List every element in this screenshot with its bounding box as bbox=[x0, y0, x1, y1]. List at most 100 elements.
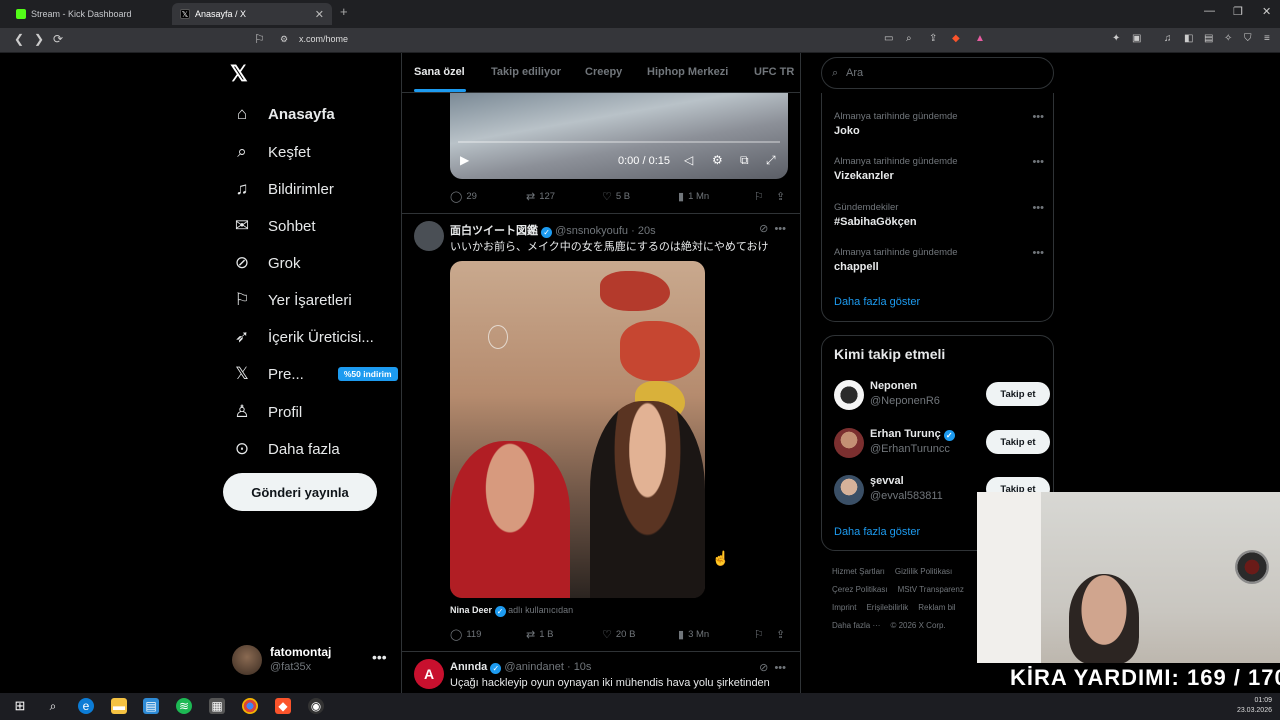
brave-icon[interactable]: ◆ bbox=[275, 698, 291, 714]
footer-link[interactable]: Daha fazla ··· bbox=[832, 621, 880, 630]
brave-rewards-icon[interactable]: ▲ bbox=[975, 33, 985, 44]
tab-for-you[interactable]: Sana özel bbox=[414, 66, 465, 78]
bookmark-button[interactable]: ⚐ bbox=[754, 628, 764, 641]
tab-search-icon[interactable]: ▣ bbox=[1132, 33, 1141, 44]
menu-icon[interactable]: ≡ bbox=[1264, 33, 1270, 44]
nav-item-bookmarks[interactable]: ⚐ Yer İşaretleri bbox=[232, 287, 351, 313]
avatar[interactable] bbox=[414, 221, 444, 251]
tab-hiphop[interactable]: Hiphop Merkezi bbox=[647, 66, 728, 78]
vpn-icon[interactable]: ⛉ bbox=[1244, 33, 1252, 44]
nav-item-explore[interactable]: ⌕ Keşfet bbox=[232, 139, 310, 165]
account-switcher[interactable]: fatomontaj @fat35x ••• bbox=[232, 643, 392, 677]
video-player[interactable]: ▶ 0:00 / 0:15 ◁ ⚙ ⧉ ⤢ bbox=[450, 93, 788, 179]
author-name[interactable]: Anında bbox=[450, 661, 487, 673]
author-handle[interactable]: @anindanet bbox=[504, 661, 564, 673]
footer-link[interactable]: Gizlilik Politikası bbox=[895, 567, 952, 576]
like-button[interactable]: ♡ 5 B bbox=[602, 190, 630, 203]
forward-icon[interactable]: ❯ bbox=[34, 32, 44, 46]
tab-ufc-tr[interactable]: UFC TR bbox=[754, 66, 794, 78]
reload-icon[interactable]: ⟳ bbox=[53, 32, 63, 46]
more-icon[interactable]: ••• bbox=[372, 649, 387, 665]
close-window-icon[interactable]: ✕ bbox=[1262, 5, 1271, 18]
bookmark-button[interactable]: ⚐ bbox=[754, 190, 764, 203]
x-logo-icon[interactable]: 𝕏 bbox=[230, 61, 248, 87]
footer-link[interactable]: Hizmet Şartları bbox=[832, 567, 885, 576]
trend-item[interactable]: Almanya tarihinde gündemde Joko ••• bbox=[834, 111, 1044, 137]
repost-button[interactable]: ⇄ 127 bbox=[526, 190, 555, 203]
leo-icon[interactable]: ✧ bbox=[1224, 33, 1232, 44]
trend-item[interactable]: Almanya tarihinde gündemde Vizekanzler •… bbox=[834, 156, 1044, 182]
follow-suggestion[interactable]: Neponen @NeponenR6 Takip et bbox=[834, 378, 1050, 412]
fullscreen-icon[interactable]: ⤢ bbox=[766, 153, 776, 168]
tab-x-home[interactable]: 𝕏 Anasayfa / X ✕ bbox=[172, 3, 332, 25]
views-button[interactable]: ▮ 3 Mn bbox=[678, 628, 709, 641]
more-icon[interactable]: ••• bbox=[1032, 247, 1044, 259]
bookmark-page-icon[interactable]: ⚐ bbox=[254, 32, 265, 46]
cast-icon[interactable]: ▭ bbox=[884, 33, 893, 44]
follow-button[interactable]: Takip et bbox=[986, 430, 1050, 454]
video-progress-bar[interactable] bbox=[458, 141, 780, 143]
windows-start-icon[interactable]: ⊞ bbox=[12, 698, 28, 714]
author-name[interactable]: 面白ツイート図鑑 bbox=[450, 225, 538, 237]
reply-button[interactable]: ◯ 29 bbox=[450, 190, 477, 203]
edge-icon[interactable]: e bbox=[78, 698, 94, 714]
footer-link[interactable]: Erişilebilirlik bbox=[866, 603, 908, 612]
sidebar-icon[interactable]: ◧ bbox=[1184, 33, 1193, 44]
settings-icon[interactable]: ⚙ bbox=[712, 153, 723, 167]
more-icon[interactable]: ••• bbox=[1032, 202, 1044, 214]
footer-link[interactable]: MStV Transparenz bbox=[898, 585, 964, 594]
grok-icon[interactable]: ⊘ ••• bbox=[759, 222, 786, 235]
extensions-icon[interactable]: ✦ bbox=[1112, 33, 1120, 44]
nav-item-more[interactable]: ⊙ Daha fazla bbox=[232, 436, 340, 462]
chrome-icon[interactable] bbox=[242, 698, 258, 714]
follow-button[interactable]: Takip et bbox=[986, 382, 1050, 406]
post-button[interactable]: Gönderi yayınla bbox=[223, 473, 377, 511]
file-explorer-icon[interactable]: ▬ bbox=[111, 698, 127, 714]
pip-icon[interactable]: ⧉ bbox=[740, 153, 749, 168]
spotify-icon[interactable]: ≋ bbox=[176, 698, 192, 714]
show-more-link[interactable]: Daha fazla göster bbox=[834, 526, 920, 538]
minimize-icon[interactable]: — bbox=[1204, 5, 1215, 17]
nav-item-creator-studio[interactable]: ➶ İçerik Üreticisi... bbox=[232, 324, 374, 350]
credit-name[interactable]: Nina Deer bbox=[450, 605, 492, 615]
wallet-icon[interactable]: ▤ bbox=[1204, 33, 1213, 44]
tab-kick-dashboard[interactable]: Stream - Kick Dashboard bbox=[8, 3, 168, 25]
search-icon[interactable]: ⌕ bbox=[45, 698, 61, 714]
grok-icon[interactable]: ⊘ ••• bbox=[759, 661, 786, 674]
calculator-icon[interactable]: ▦ bbox=[209, 698, 225, 714]
tab-creepy[interactable]: Creepy bbox=[585, 66, 622, 78]
url-input[interactable]: x.com/home bbox=[299, 34, 348, 44]
show-more-link[interactable]: Daha fazla göster bbox=[834, 296, 920, 308]
views-button[interactable]: ▮ 1 Mn bbox=[678, 190, 709, 203]
tweet-time[interactable]: · 10s bbox=[567, 661, 591, 673]
nav-item-premium[interactable]: 𝕏 Pre... %50 indirim bbox=[232, 361, 398, 387]
nav-item-notifications[interactable]: ♫ Bildirimler bbox=[232, 176, 334, 202]
avatar[interactable]: A bbox=[414, 659, 444, 689]
trend-item[interactable]: Gündemdekiler #SabihaGökçen ••• bbox=[834, 202, 1044, 228]
footer-link[interactable]: Imprint bbox=[832, 603, 856, 612]
site-info-icon[interactable]: ⚙ bbox=[280, 34, 288, 45]
follow-suggestion[interactable]: Erhan Turunç ✓ @ErhanTuruncc Takip et bbox=[834, 426, 1050, 460]
like-button[interactable]: ♡ 20 B bbox=[602, 628, 635, 641]
store-icon[interactable]: ▤ bbox=[143, 698, 159, 714]
nav-item-home[interactable]: ⌂ Anasayfa bbox=[232, 101, 335, 127]
tweet-time[interactable]: · 20s bbox=[631, 225, 655, 237]
maximize-icon[interactable]: ❐ bbox=[1233, 5, 1243, 18]
close-tab-icon[interactable]: ✕ bbox=[315, 8, 324, 21]
more-icon[interactable]: ••• bbox=[1032, 111, 1044, 123]
reply-button[interactable]: ◯ 119 bbox=[450, 628, 481, 641]
trend-item[interactable]: Almanya tarihinde gündemde chappell ••• bbox=[834, 247, 1044, 273]
share-icon[interactable]: ⇪ bbox=[929, 33, 937, 44]
share-button[interactable]: ⇪ bbox=[776, 628, 785, 641]
tab-following[interactable]: Takip ediliyor bbox=[491, 66, 561, 78]
search-input[interactable]: ⌕ Ara bbox=[821, 57, 1054, 89]
brave-shield-icon[interactable]: ◆ bbox=[952, 33, 960, 44]
zoom-icon[interactable]: ⌕ bbox=[906, 33, 912, 44]
footer-link[interactable]: Reklam bil bbox=[918, 603, 955, 612]
volume-icon[interactable]: ◁ bbox=[684, 153, 693, 167]
nav-item-grok[interactable]: ⊘ Grok bbox=[232, 250, 301, 276]
more-icon[interactable]: ••• bbox=[1032, 156, 1044, 168]
repost-button[interactable]: ⇄ 1 B bbox=[526, 628, 553, 641]
obs-icon[interactable]: ◉ bbox=[308, 698, 324, 714]
system-clock[interactable]: 01:09 23.03.2026 bbox=[1237, 696, 1272, 716]
